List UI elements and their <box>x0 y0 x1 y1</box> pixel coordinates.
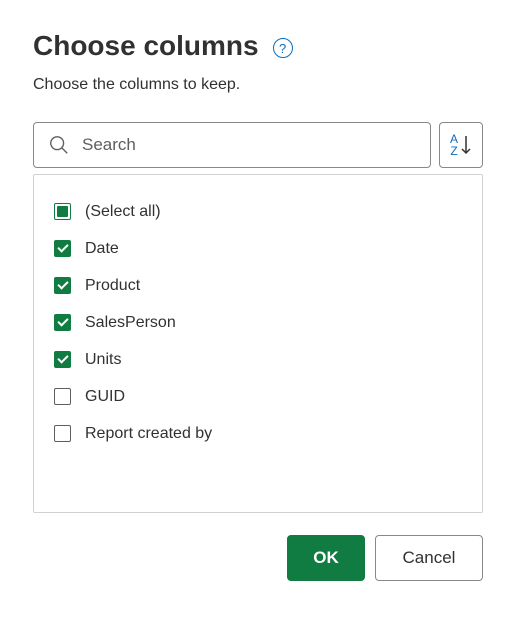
checkbox-checked-icon[interactable] <box>54 240 71 257</box>
list-item-units[interactable]: Units <box>54 341 462 378</box>
list-item-label: Units <box>85 351 121 369</box>
checkbox-checked-icon[interactable] <box>54 314 71 331</box>
checkbox-checked-icon[interactable] <box>54 277 71 294</box>
checkbox-unchecked-icon[interactable] <box>54 388 71 405</box>
dialog-header: Choose columns ? <box>33 30 483 62</box>
sort-button[interactable]: A Z <box>439 122 483 168</box>
sort-az-icon: A Z <box>450 133 472 157</box>
checkbox-checked-icon[interactable] <box>54 351 71 368</box>
list-item-label: SalesPerson <box>85 314 176 332</box>
list-item-label: Report created by <box>85 425 212 443</box>
list-item-label: Date <box>85 240 119 258</box>
sort-letter-z: Z <box>450 145 458 157</box>
list-item-date[interactable]: Date <box>54 230 462 267</box>
checkbox-unchecked-icon[interactable] <box>54 425 71 442</box>
list-item-label: Product <box>85 277 140 295</box>
page-title: Choose columns <box>33 30 259 62</box>
list-item-guid[interactable]: GUID <box>54 378 462 415</box>
dialog-subtitle: Choose the columns to keep. <box>33 76 483 94</box>
column-list: (Select all) Date Product SalesPerson Un… <box>33 174 483 513</box>
cancel-button[interactable]: Cancel <box>375 535 483 581</box>
ok-button[interactable]: OK <box>287 535 365 581</box>
list-item-label: GUID <box>85 388 125 406</box>
arrow-down-icon <box>460 133 472 157</box>
dialog-footer: OK Cancel <box>33 535 483 581</box>
search-box[interactable] <box>33 122 431 168</box>
list-item-product[interactable]: Product <box>54 267 462 304</box>
list-item-select-all[interactable]: (Select all) <box>54 193 462 230</box>
list-item-salesperson[interactable]: SalesPerson <box>54 304 462 341</box>
search-icon <box>48 134 70 156</box>
search-row: A Z <box>33 122 483 168</box>
search-input[interactable] <box>82 135 416 155</box>
list-item-label: (Select all) <box>85 203 161 221</box>
checkbox-indeterminate-icon[interactable] <box>54 203 71 220</box>
list-item-report-created-by[interactable]: Report created by <box>54 415 462 452</box>
help-icon[interactable]: ? <box>273 38 293 58</box>
